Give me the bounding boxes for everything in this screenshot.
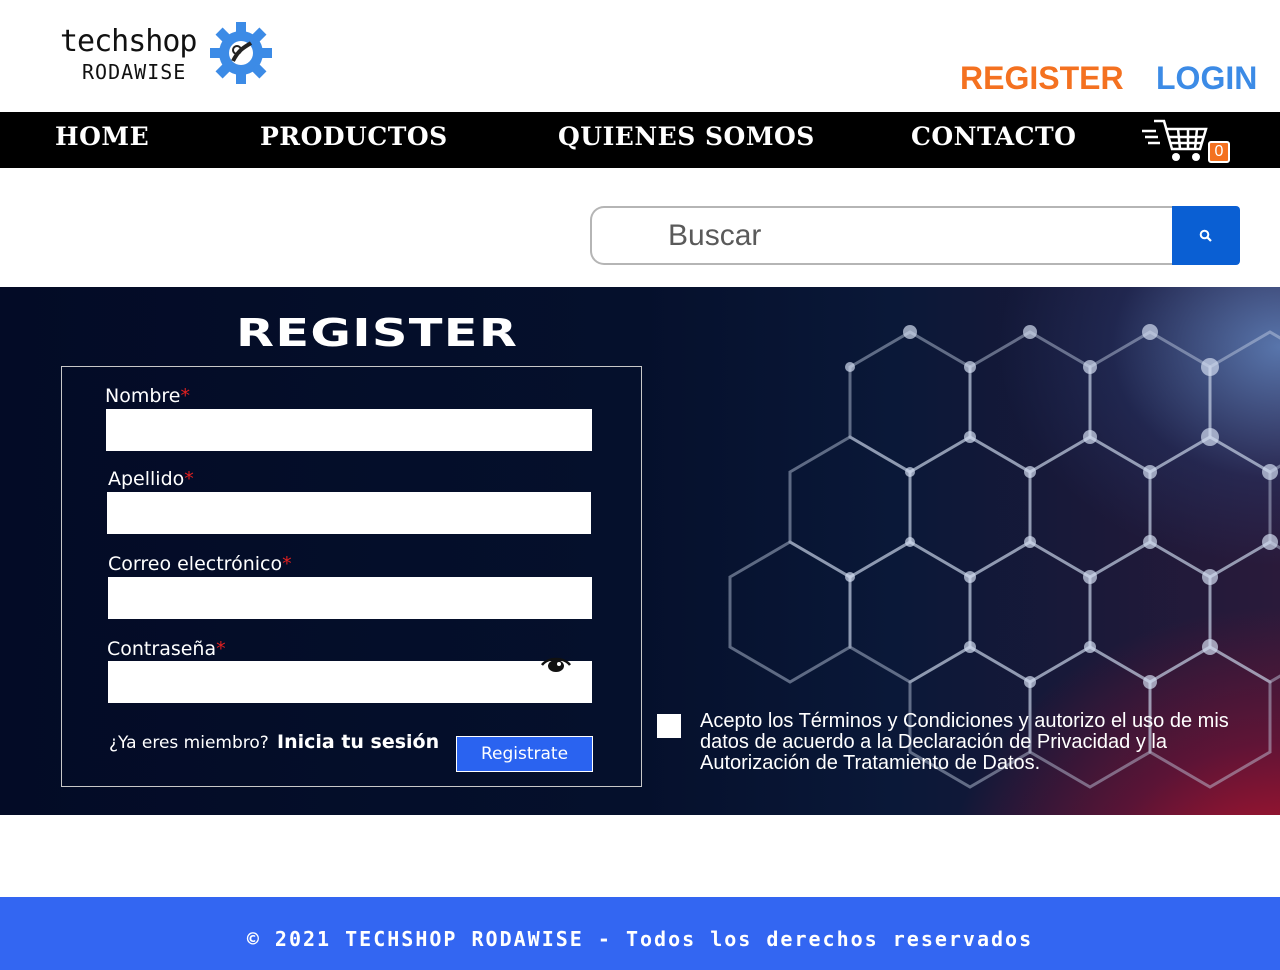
search-button[interactable] [1172,206,1240,265]
cart-count-badge: 0 [1208,141,1230,163]
register-heading: REGISTER [236,311,519,355]
member-question: ¿Ya eres miembro? [109,733,269,753]
nav-item-home[interactable]: HOME [55,122,149,151]
search-icon [1199,229,1212,242]
apellido-label: Apellido* [108,468,194,490]
register-submit-button[interactable]: Registrate [456,736,593,772]
shopping-cart-icon [1142,119,1208,161]
logo-wordmark: techshop [60,24,197,59]
correo-label: Correo electrónico* [108,553,292,575]
search-input[interactable] [590,206,1174,265]
terms-label: Acepto los Términos y Condiciones y auto… [700,710,1229,774]
site-header: techshop RODAWISE REGISTER LOGIN [0,0,1280,112]
nombre-label: Nombre* [105,385,190,407]
footer-copyright: © 2021 TECHSHOP RODAWISE - Todos los der… [246,927,1034,951]
header-register-link[interactable]: REGISTER [960,60,1124,97]
gear-icon [210,22,272,84]
email-field[interactable] [108,577,592,619]
search-bar [590,206,1240,265]
nav-item-productos[interactable]: PRODUCTOS [260,122,448,151]
contrasena-label: Contraseña* [107,638,226,660]
apellido-field[interactable] [107,492,591,534]
cart-button[interactable]: 0 [1140,117,1232,165]
header-login-link[interactable]: LOGIN [1156,60,1257,97]
main-nav: HOME PRODUCTOS QUIENES SOMOS CONTACTO 0 [0,112,1280,168]
eye-icon[interactable] [540,655,572,675]
terms-checkbox[interactable] [657,714,681,738]
nav-item-quienes-somos[interactable]: QUIENES SOMOS [558,122,815,151]
site-footer: © 2021 TECHSHOP RODAWISE - Todos los der… [0,897,1280,970]
logo-subtitle: RODAWISE [82,60,187,84]
register-form: Nombre* Apellido* Correo electrónico* Co… [61,366,642,787]
password-field[interactable] [108,661,592,703]
nombre-field[interactable] [106,409,592,451]
techshop-logo[interactable]: techshop RODAWISE [60,22,280,88]
nav-item-contacto[interactable]: CONTACTO [911,122,1076,151]
login-link[interactable]: Inicia tu sesión [277,731,439,753]
register-section: REGISTER Nombre* Apellido* Correo electr… [0,287,1280,815]
